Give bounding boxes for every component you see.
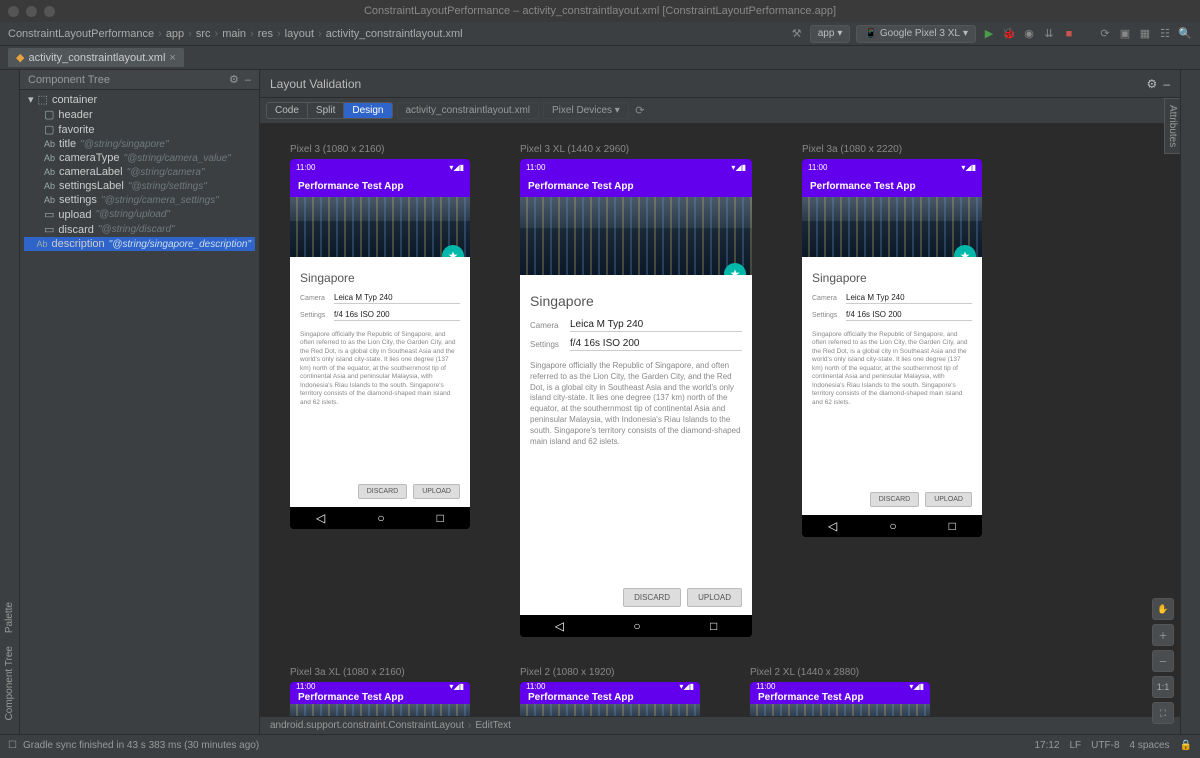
sync-icon[interactable]: ⟳ xyxy=(1098,27,1112,41)
device-preview-canvas[interactable]: Pixel 3 (1080 x 2160) 11:00▾◢▮ Performan… xyxy=(260,124,1180,716)
editor-tab[interactable]: ◆ activity_constraintlayout.xml × xyxy=(8,48,184,67)
gear-icon[interactable]: ⚙ xyxy=(1147,77,1158,91)
component-tree-tab[interactable]: Component Tree xyxy=(2,640,17,727)
run-config-dropdown[interactable]: app ▾ xyxy=(810,25,851,43)
device-label: Pixel 3a (1080 x 2220) xyxy=(802,144,982,155)
status-bar: ☐ Gradle sync finished in 43 s 383 ms (3… xyxy=(0,734,1200,756)
device-label: Pixel 2 (1080 x 1920) xyxy=(520,667,700,678)
main-toolbar: ConstraintLayoutPerformance›app›src›main… xyxy=(0,22,1200,46)
zoom-controls: ✋ ＋ － 1:1 ⛶ xyxy=(1152,598,1174,724)
zoom-fit-icon[interactable]: ⛶ xyxy=(1152,702,1174,724)
tree-item-cameraType[interactable]: Ab cameraType "@string/camera_value" xyxy=(24,151,255,165)
editor-tabs: ◆ activity_constraintlayout.xml × xyxy=(0,46,1200,70)
breadcrumb[interactable]: ConstraintLayoutPerformance›app›src›main… xyxy=(8,28,463,40)
tree-item-upload[interactable]: ▭ upload "@string/upload" xyxy=(24,207,255,222)
tree-item-header[interactable]: ▢ header xyxy=(24,107,255,122)
device-preview[interactable]: 11:00▾◢▮ Performance Test App ★ Singapor… xyxy=(802,159,982,537)
debug-icon[interactable]: 🐞 xyxy=(1002,27,1016,41)
attributes-tab[interactable]: Attributes xyxy=(1164,98,1180,154)
tree-item-favorite[interactable]: ▢ favorite xyxy=(24,122,255,137)
view-mode-group: Code Split Design xyxy=(266,102,393,119)
fab-icon: ★ xyxy=(724,263,746,275)
refresh-icon[interactable]: ⟳ xyxy=(633,104,647,118)
right-gutter xyxy=(1180,70,1200,734)
hide-icon[interactable]: – xyxy=(1163,77,1170,91)
palette-tab[interactable]: Palette xyxy=(2,596,17,639)
layout-validation-header: Layout Validation ⚙ – xyxy=(260,70,1180,98)
run-icon[interactable]: ▶ xyxy=(982,27,996,41)
search-icon[interactable]: 🔍 xyxy=(1178,27,1192,41)
device-preview[interactable]: 11:00▾◢▮ Performance Test App ★ Singapor… xyxy=(290,159,470,529)
device-preview[interactable]: 11:00▾◢▮ Performance Test App ★ xyxy=(750,682,930,716)
tree-item-description[interactable]: Ab description "@string/singapore_descri… xyxy=(24,237,255,251)
profile-icon[interactable]: ◉ xyxy=(1022,27,1036,41)
device-preview[interactable]: 11:00▾◢▮ Performance Test App ★ Singapor… xyxy=(520,159,752,637)
zoom-out-icon[interactable]: － xyxy=(1152,650,1174,672)
tree-item-discard[interactable]: ▭ discard "@string/discard" xyxy=(24,222,255,237)
panel-header: Component Tree ⚙ – xyxy=(20,70,259,90)
layout-editor: Layout Validation ⚙ – Code Split Design … xyxy=(260,70,1180,734)
attach-icon[interactable]: ⇊ xyxy=(1042,27,1056,41)
close-icon[interactable]: × xyxy=(169,52,175,64)
device-preview[interactable]: 11:00▾◢▮ Performance Test App ★ xyxy=(520,682,700,716)
status-message: Gradle sync finished in 43 s 383 ms (30 … xyxy=(23,740,259,751)
status-indent[interactable]: 4 spaces xyxy=(1130,740,1170,751)
status-time: 17:12 xyxy=(1034,740,1059,751)
devices-chip[interactable]: Pixel Devices ▾ xyxy=(543,102,629,119)
tree-item-settings[interactable]: Ab settings "@string/camera_settings" xyxy=(24,193,255,207)
split-mode-button[interactable]: Split xyxy=(308,103,344,118)
device-label: Pixel 2 XL (1440 x 2880) xyxy=(750,667,930,678)
pan-icon[interactable]: ✋ xyxy=(1152,598,1174,620)
component-tree[interactable]: ▾ ⬚ container▢ header ▢ favorite Ab titl… xyxy=(20,90,259,734)
device-dropdown[interactable]: 📱 Google Pixel 3 XL ▾ xyxy=(856,25,976,43)
design-mode-button[interactable]: Design xyxy=(344,103,391,118)
hide-icon[interactable]: – xyxy=(245,74,251,86)
device-label: Pixel 3a XL (1080 x 2160) xyxy=(290,667,470,678)
editor-mode-bar: Code Split Design activity_constraintlay… xyxy=(260,98,1180,124)
status-icon: ☐ xyxy=(8,740,17,751)
sdk-icon[interactable]: ▦ xyxy=(1138,27,1152,41)
window-titlebar: ConstraintLayoutPerformance – activity_c… xyxy=(0,0,1200,22)
device-label: Pixel 3 XL (1440 x 2960) xyxy=(520,144,752,155)
gear-icon[interactable]: ⚙ xyxy=(229,73,239,86)
status-lineending[interactable]: LF xyxy=(1070,740,1082,751)
tree-item-cameraLabel[interactable]: Ab cameraLabel "@string/camera" xyxy=(24,165,255,179)
file-chip[interactable]: activity_constraintlayout.xml xyxy=(397,102,540,119)
lock-icon[interactable]: 🔒 xyxy=(1180,740,1192,751)
component-tree-panel: Component Tree ⚙ – ▾ ⬚ container▢ header… xyxy=(20,70,260,734)
status-encoding[interactable]: UTF-8 xyxy=(1091,740,1119,751)
zoom-in-icon[interactable]: ＋ xyxy=(1152,624,1174,646)
left-gutter: Palette Component Tree xyxy=(0,70,20,734)
tree-item-settingsLabel[interactable]: Ab settingsLabel "@string/settings" xyxy=(24,179,255,193)
fab-icon: ★ xyxy=(954,245,976,257)
stop-icon[interactable]: ■ xyxy=(1062,27,1076,41)
traffic-lights[interactable] xyxy=(8,6,55,17)
layout-breadcrumb[interactable]: android.support.constraint.ConstraintLay… xyxy=(260,716,1180,734)
window-title: ConstraintLayoutPerformance – activity_c… xyxy=(364,5,836,17)
hammer-icon[interactable]: ⚒ xyxy=(790,27,804,41)
device-preview[interactable]: 11:00▾◢▮ Performance Test App ★ xyxy=(290,682,470,716)
code-mode-button[interactable]: Code xyxy=(267,103,308,118)
avd-icon[interactable]: ▣ xyxy=(1118,27,1132,41)
fab-icon: ★ xyxy=(442,245,464,257)
tree-item-title[interactable]: Ab title "@string/singapore" xyxy=(24,137,255,151)
structure-icon[interactable]: ☷ xyxy=(1158,27,1172,41)
zoom-reset-button[interactable]: 1:1 xyxy=(1152,676,1174,698)
device-label: Pixel 3 (1080 x 2160) xyxy=(290,144,470,155)
